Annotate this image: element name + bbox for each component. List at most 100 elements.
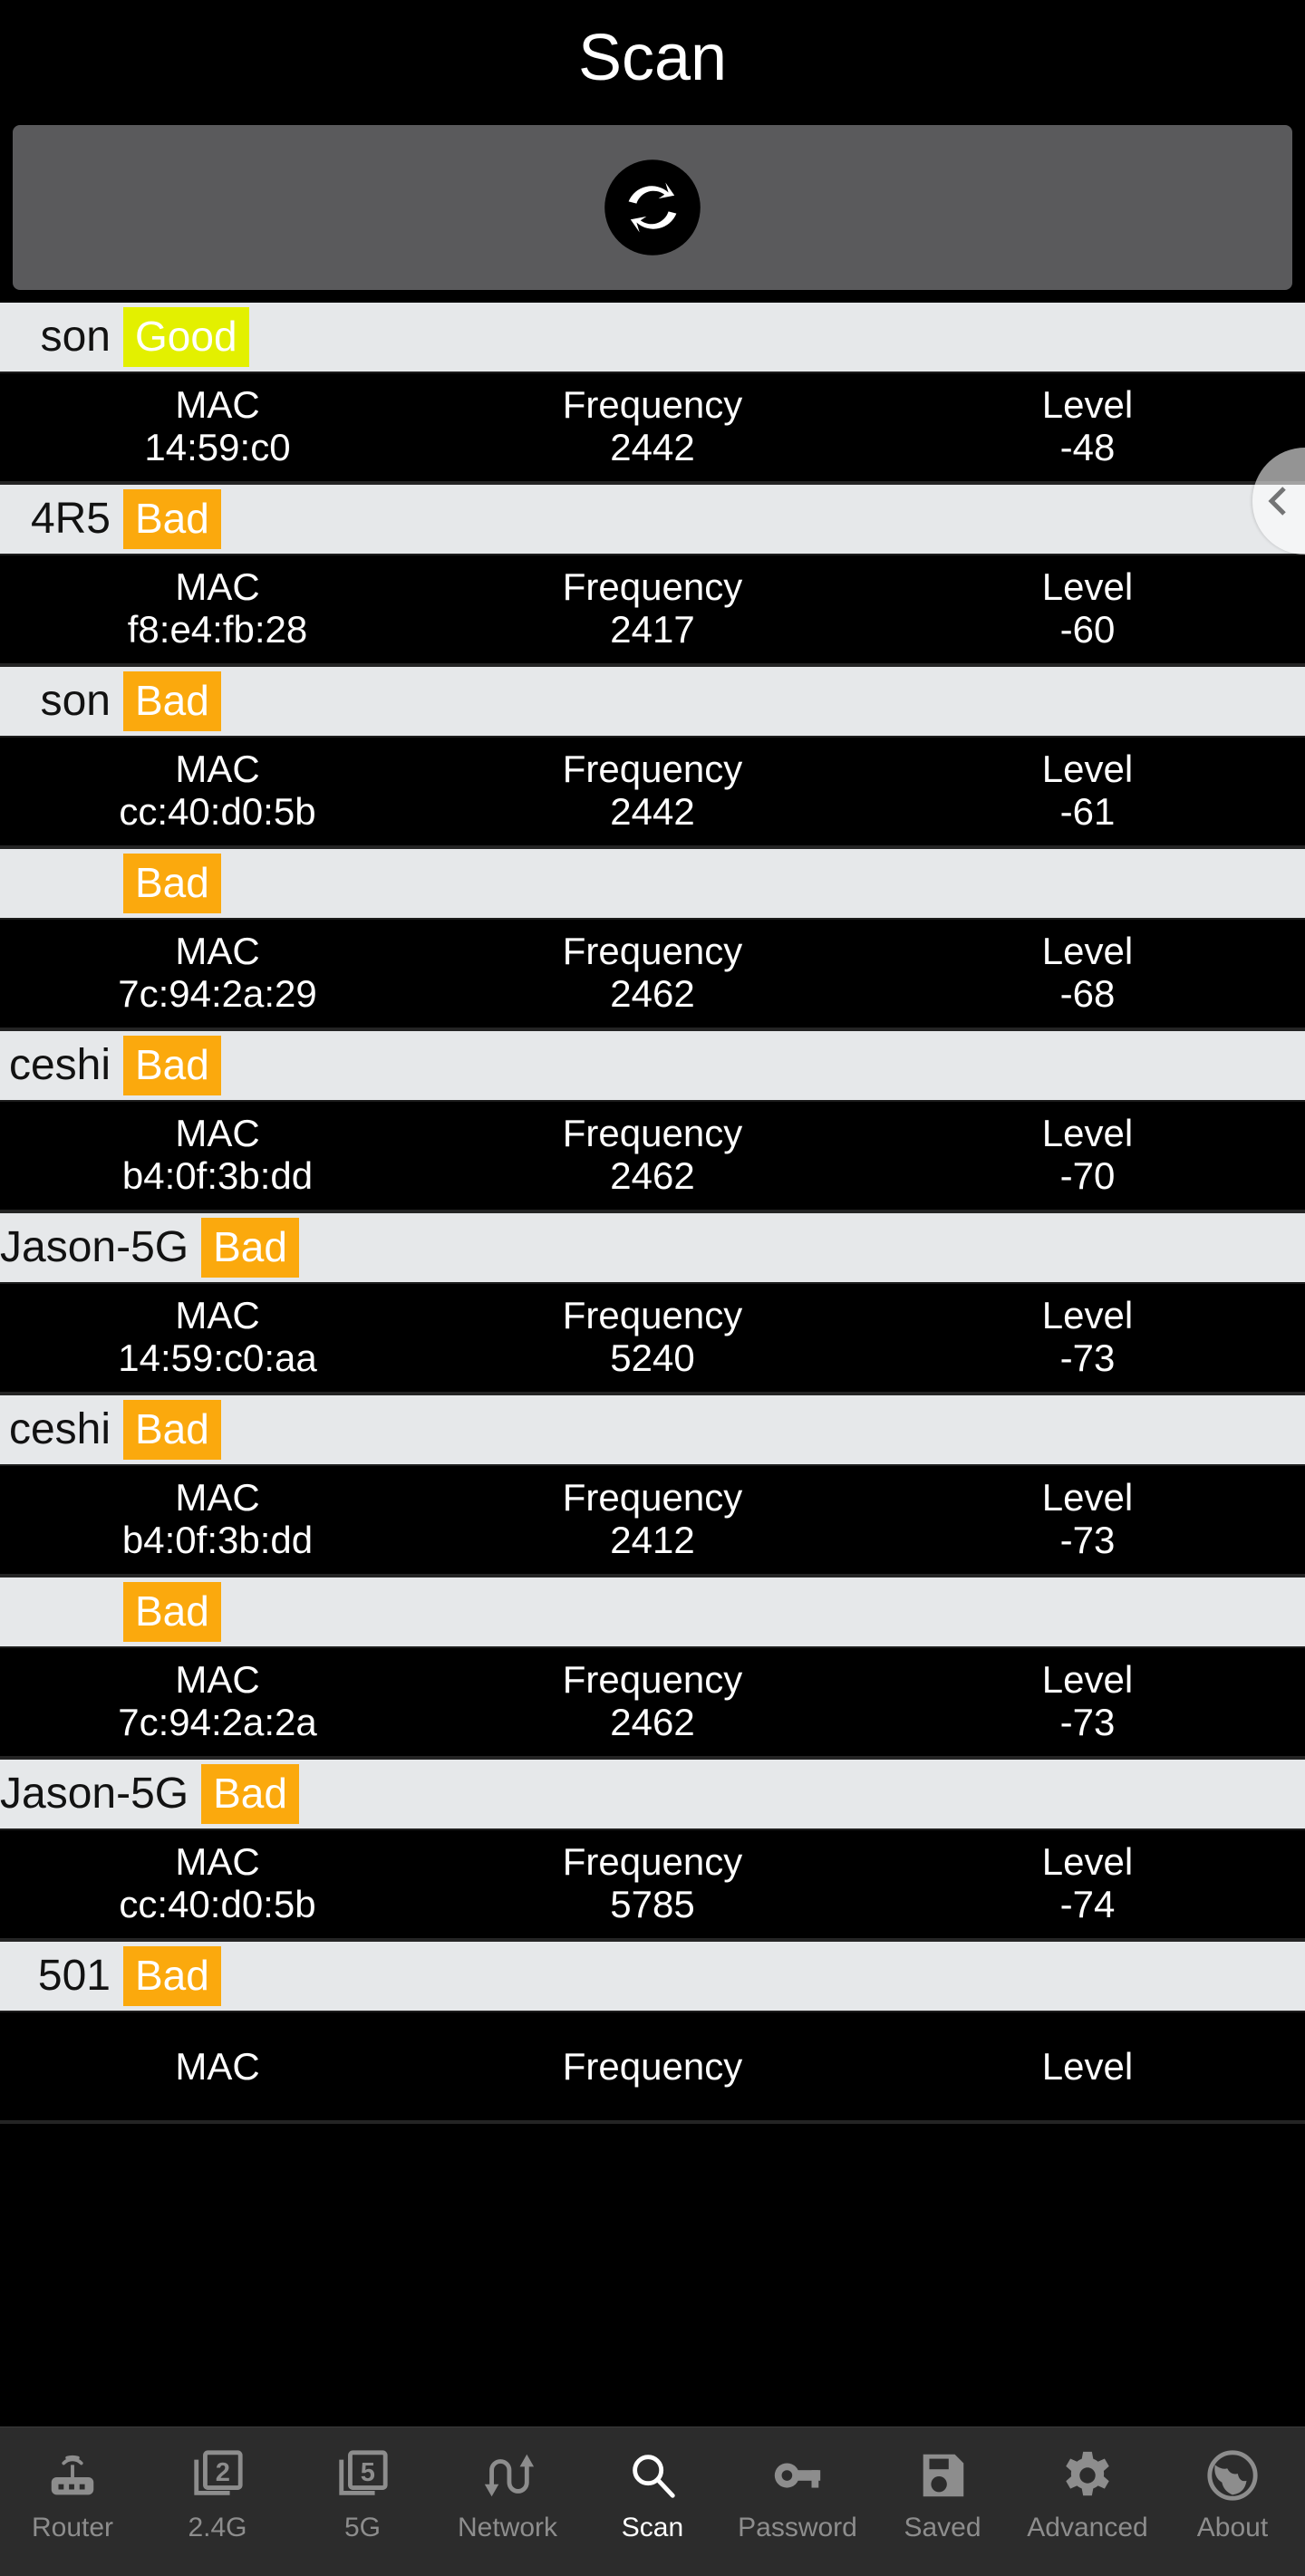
network-detail-row: MAC f8:e4:fb:28 Frequency 2417 Level -60: [0, 555, 1305, 667]
network-ssid-row[interactable]: son Good: [0, 303, 1305, 373]
nav-label: 2.4G: [188, 2513, 247, 2542]
detail-col-frequency: Frequency 5240: [435, 1295, 870, 1381]
detail-value-mac: f8:e4:fb:28: [127, 608, 308, 651]
ssid-inner: son Bad: [0, 671, 1305, 731]
network-ssid-row[interactable]: ceshi Bad: [0, 1031, 1305, 1102]
detail-header-frequency: Frequency: [562, 2044, 743, 2088]
quality-badge: Bad: [123, 854, 221, 913]
nav-item-advanced[interactable]: Advanced: [1015, 2427, 1160, 2576]
ssid-label: ceshi: [8, 1405, 111, 1453]
detail-header-frequency: Frequency: [562, 748, 743, 791]
detail-col-level: Level -70: [870, 1113, 1305, 1199]
network-ssid-row[interactable]: 4R5 Bad: [0, 485, 1305, 555]
detail-col-mac: MAC 7c:94:2a:29: [0, 931, 435, 1017]
ssid-inner: Jason-5G Bad: [0, 1218, 1305, 1278]
detail-col-frequency: Frequency 2462: [435, 1659, 870, 1745]
nav-item-password[interactable]: Password: [725, 2427, 870, 2576]
globe-icon: [1204, 2447, 1261, 2504]
transfer-arrows-icon: [479, 2447, 536, 2504]
ssid-label: Jason-5G: [0, 1223, 189, 1271]
refresh-button[interactable]: [13, 125, 1292, 290]
detail-header-mac: MAC: [175, 1658, 260, 1702]
network-detail-row: MAC 14:59:c0 Frequency 2442 Level -48: [0, 373, 1305, 485]
quality-badge: Bad: [201, 1218, 299, 1278]
detail-header-mac: MAC: [175, 383, 260, 427]
search-icon: [624, 2447, 681, 2504]
detail-col-frequency: Frequency: [435, 2044, 870, 2088]
detail-value-mac: 14:59:c0: [144, 426, 291, 469]
floppy-disk-icon: [914, 2447, 971, 2504]
page-title: Scan: [577, 22, 728, 94]
detail-value-level: -61: [1059, 790, 1116, 834]
detail-value-level: -70: [1059, 1154, 1116, 1198]
detail-header-mac: MAC: [175, 748, 260, 791]
gear-icon: [1059, 2447, 1116, 2504]
network-detail-row: MAC 7c:94:2a:29 Frequency 2462 Level -68: [0, 920, 1305, 1031]
detail-value-level: -74: [1059, 1883, 1116, 1926]
detail-col-level: Level -48: [870, 384, 1305, 470]
network-ssid-row[interactable]: Jason-5G Bad: [0, 1760, 1305, 1830]
detail-col-level: Level -73: [870, 1295, 1305, 1381]
network-ssid-row[interactable]: 501 Bad: [0, 1942, 1305, 2012]
network-ssid-row[interactable]: Jason-5G Bad: [0, 1213, 1305, 1284]
detail-col-mac: MAC cc:40:d0:5b: [0, 1841, 435, 1927]
network-ssid-row[interactable]: son Bad: [0, 667, 1305, 738]
detail-header-mac: MAC: [175, 930, 260, 973]
detail-value-mac: 7c:94:2a:2a: [118, 1701, 317, 1744]
detail-value-frequency: 2442: [610, 790, 695, 834]
detail-col-mac: MAC: [0, 2045, 435, 2087]
detail-col-level: Level -61: [870, 748, 1305, 835]
quality-badge: Bad: [201, 1764, 299, 1824]
network-ssid-row[interactable]: Bad: [0, 1577, 1305, 1648]
ssid-label: 4R5: [30, 495, 111, 543]
nav-label: Router: [31, 2513, 114, 2542]
detail-header-frequency: Frequency: [562, 1476, 743, 1520]
detail-value-level: -73: [1059, 1336, 1116, 1380]
network-ssid-row[interactable]: Bad: [0, 849, 1305, 920]
nav-item-2-4g[interactable]: 2 2.4G: [145, 2427, 290, 2576]
network-detail-row: MAC 14:59:c0:aa Frequency 5240 Level -73: [0, 1284, 1305, 1395]
detail-header-mac: MAC: [175, 1476, 260, 1520]
nav-label: Saved: [904, 2513, 981, 2542]
detail-value-mac: b4:0f:3b:dd: [121, 1154, 314, 1198]
detail-value-frequency: 2462: [610, 1154, 695, 1198]
nav-item-scan[interactable]: Scan: [580, 2427, 725, 2576]
detail-value-frequency: 2417: [610, 608, 695, 651]
detail-header-level: Level: [1041, 1112, 1134, 1155]
bottom-navigation[interactable]: Router 2 2.4G 5 5G Network Scan Password Saved Ad…: [0, 2426, 1305, 2576]
detail-header-frequency: Frequency: [562, 1112, 743, 1155]
detail-value-frequency: 2442: [610, 426, 695, 469]
ssid-inner: son Good: [0, 307, 1305, 367]
detail-col-frequency: Frequency 2462: [435, 931, 870, 1017]
detail-header-level: Level: [1041, 565, 1134, 609]
detail-value-mac: 7c:94:2a:29: [118, 972, 317, 1016]
network-list[interactable]: son Good MAC 14:59:c0 Frequency 2442 Level -48 4…: [0, 303, 1305, 2124]
nav-label: Scan: [621, 2513, 684, 2542]
nav-label: About: [1196, 2513, 1269, 2542]
nav-item-about[interactable]: About: [1160, 2427, 1305, 2576]
chevron-left-icon: [1268, 487, 1286, 516]
detail-value-level: -48: [1059, 426, 1116, 469]
detail-value-mac: cc:40:d0:5b: [119, 790, 316, 834]
nav-item-router[interactable]: Router: [0, 2427, 145, 2576]
ssid-inner: ceshi Bad: [0, 1036, 1305, 1095]
detail-col-frequency: Frequency 2442: [435, 384, 870, 470]
detail-col-mac: MAC 7c:94:2a:2a: [0, 1659, 435, 1745]
network-ssid-row[interactable]: ceshi Bad: [0, 1395, 1305, 1466]
detail-col-level: Level -73: [870, 1477, 1305, 1563]
nav-item-5g[interactable]: 5 5G: [290, 2427, 435, 2576]
detail-value-level: -73: [1059, 1519, 1116, 1562]
detail-col-mac: MAC 14:59:c0:aa: [0, 1295, 435, 1381]
nav-label: Network: [457, 2513, 558, 2542]
ssid-inner: 501 Bad: [0, 1946, 1305, 2006]
nav-item-network[interactable]: Network: [435, 2427, 580, 2576]
detail-col-level: Level -73: [870, 1659, 1305, 1745]
nav-item-saved[interactable]: Saved: [870, 2427, 1015, 2576]
detail-value-frequency: 5240: [610, 1336, 695, 1380]
ssid-label: son: [40, 677, 111, 725]
ssid-inner: 4R5 Bad: [0, 489, 1305, 549]
detail-header-mac: MAC: [175, 1840, 260, 1884]
detail-value-mac: cc:40:d0:5b: [119, 1883, 316, 1926]
quality-badge: Bad: [123, 1582, 221, 1642]
detail-col-mac: MAC b4:0f:3b:dd: [0, 1477, 435, 1563]
